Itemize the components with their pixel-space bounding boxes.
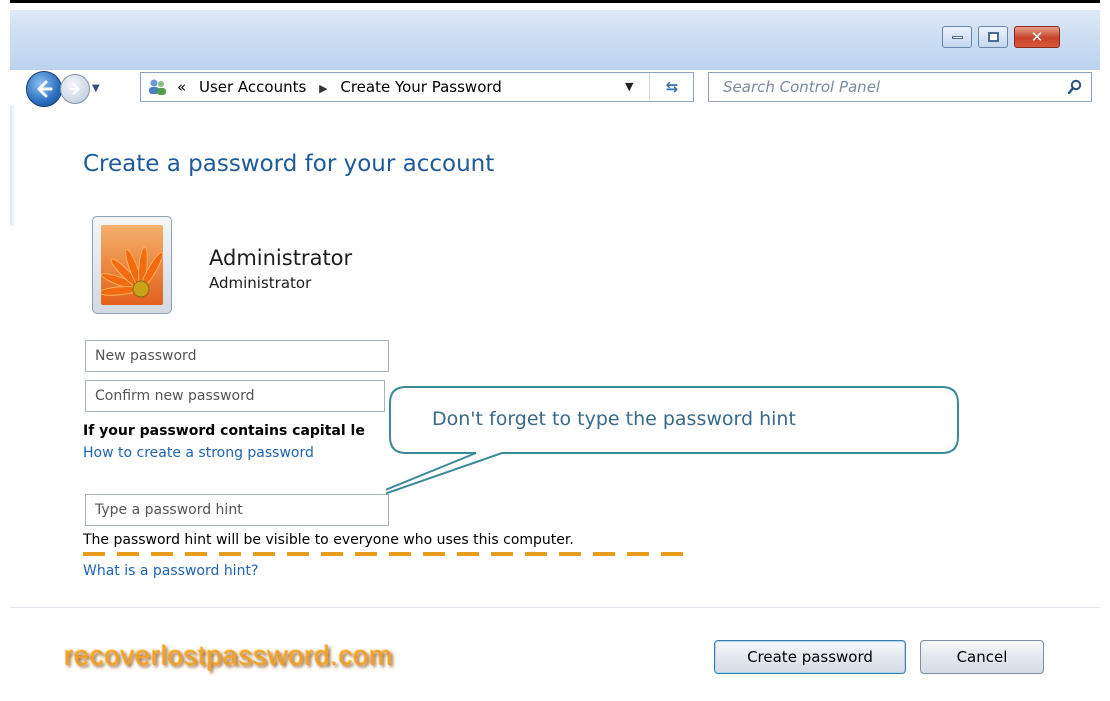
back-button[interactable] [26, 71, 62, 107]
minimize-icon [952, 36, 963, 39]
user-name: Administrator [209, 246, 353, 270]
minimize-button[interactable] [942, 26, 972, 48]
password-hint-field[interactable] [85, 494, 389, 526]
breadcrumb-separator-icon: ▶ [319, 82, 328, 95]
search-input[interactable]: Search Control Panel [723, 73, 880, 101]
avatar [92, 216, 172, 314]
breadcrumb-overflow-icon[interactable]: « [177, 78, 186, 96]
watermark-logo: recoverlostpassword.com [64, 640, 393, 671]
strong-password-link[interactable]: How to create a strong password [83, 445, 314, 461]
recent-pages-dropdown[interactable]: ▼ [92, 83, 100, 94]
close-button[interactable]: ✕ [1014, 26, 1060, 48]
search-icon[interactable] [1067, 79, 1083, 95]
maximize-button[interactable] [978, 26, 1008, 48]
maximize-icon [988, 32, 999, 42]
new-password-field[interactable] [85, 340, 389, 372]
page-title: Create a password for your account [83, 151, 495, 177]
title-bar: ✕ [10, 10, 1100, 70]
chevron-down-icon: ▼ [92, 83, 100, 94]
cancel-button[interactable]: Cancel [920, 640, 1044, 674]
refresh-icon[interactable]: ⇆ [649, 73, 694, 101]
arrow-right-icon [69, 83, 80, 95]
create-password-button[interactable]: Create password [714, 640, 906, 674]
new-password-input[interactable] [86, 341, 388, 371]
footer-divider [10, 607, 1100, 608]
password-hint-help-link[interactable]: What is a password hint? [83, 563, 258, 579]
confirm-password-input[interactable] [86, 381, 384, 411]
arrow-left-icon [37, 80, 53, 98]
address-dropdown-icon[interactable]: ▼ [625, 73, 633, 101]
caps-warning-text: If your password contains capital le [83, 423, 365, 439]
callout-text: Don't forget to type the password hint [432, 408, 796, 430]
breadcrumb-user-accounts[interactable]: User Accounts [199, 78, 306, 96]
breadcrumb: « User Accounts ▶ Create Your Password [177, 73, 502, 103]
confirm-password-field[interactable] [85, 380, 385, 412]
address-bar[interactable]: « User Accounts ▶ Create Your Password ▼… [140, 72, 694, 102]
forward-button[interactable] [60, 74, 90, 104]
control-panel-window: ✕ ▼ « User Accounts ▶ Create Your Passwo… [10, 10, 1100, 701]
close-icon: ✕ [1030, 28, 1044, 46]
user-role: Administrator [209, 274, 312, 292]
password-hint-input[interactable] [86, 495, 388, 525]
user-accounts-icon [149, 79, 166, 95]
search-box[interactable]: Search Control Panel [708, 72, 1092, 102]
top-border [10, 0, 1100, 3]
navigation-pane-edge [10, 106, 16, 226]
breadcrumb-create-your-password[interactable]: Create Your Password [340, 78, 501, 96]
flower-picture-icon [101, 225, 163, 305]
